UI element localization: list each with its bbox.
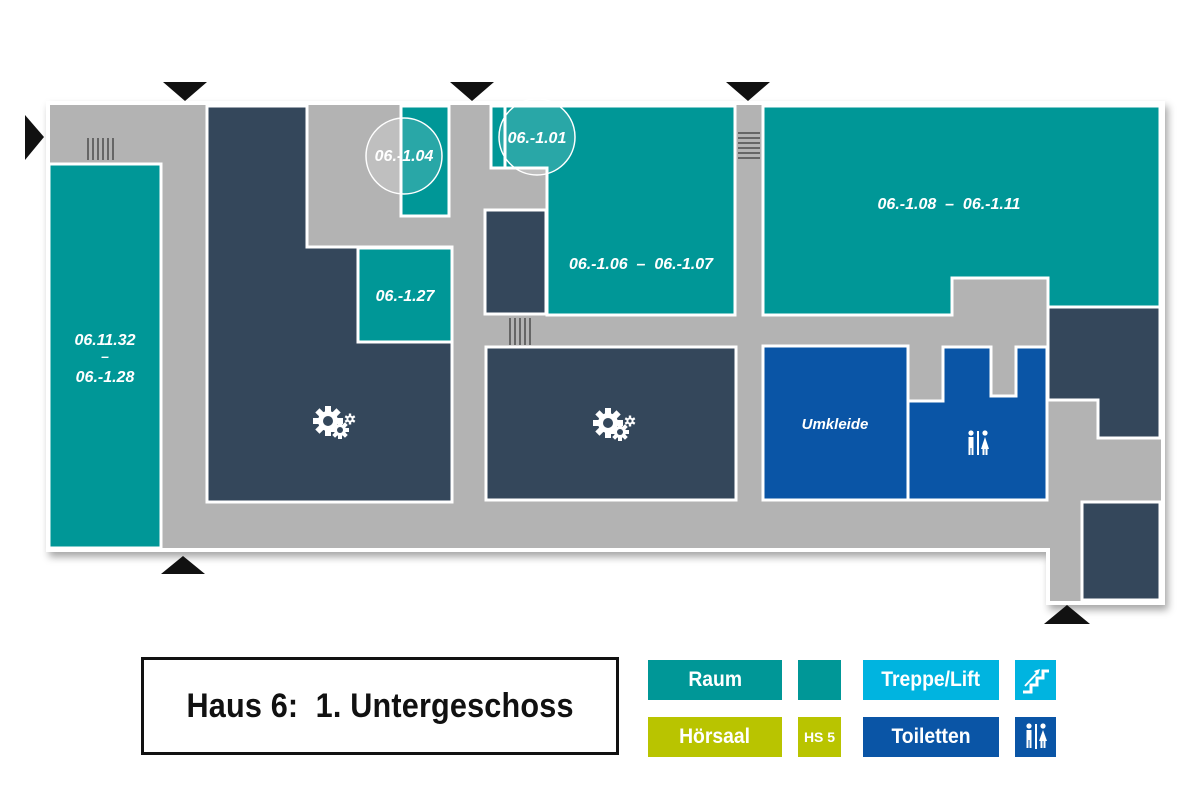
- legend-stairs-swatch: [1015, 660, 1056, 700]
- room-label-06-1-04: 06.-1.04: [375, 148, 434, 165]
- legend-hall: Hörsaal: [648, 717, 782, 757]
- legend-title: Haus 6: 1. Untergeschoss: [186, 686, 574, 725]
- stairs-icon: [1022, 669, 1049, 694]
- toilet-icon: [1025, 723, 1047, 749]
- room-label-06-1-01: 06.-1.01: [508, 130, 567, 147]
- tech-room-right-lower[interactable]: [1080, 500, 1162, 602]
- room-label-06-1-27: 06.-1.27: [376, 288, 436, 305]
- legend-toilets-label: Toiletten: [891, 725, 971, 748]
- room-label-dash: –: [101, 348, 109, 364]
- legend-stairs-label: Treppe/Lift: [881, 668, 981, 691]
- legend-room-swatch: [798, 660, 841, 700]
- legend-toilets: Toiletten: [863, 717, 999, 757]
- room-label-06-11-32: 06.11.32: [74, 332, 135, 349]
- room-label-06-1-28: 06.-1.28: [76, 369, 135, 386]
- legend-hall-swatch-label: HS 5: [803, 729, 836, 745]
- legend-hall-label: Hörsaal: [679, 725, 751, 748]
- room-label-umkleide: Umkleide: [802, 416, 869, 433]
- legend-room: Raum: [648, 660, 782, 700]
- legend-room-label: Raum: [688, 668, 742, 691]
- legend-hall-swatch: HS 5: [798, 717, 841, 757]
- legend-toilets-swatch: [1015, 717, 1056, 757]
- room-label-06-1-06-07: 06.-1.06 – 06.-1.07: [569, 256, 714, 273]
- room-label-06-1-08-11: 06.-1.08 – 06.-1.11: [878, 196, 1021, 213]
- legend-title-box: Haus 6: 1. Untergeschoss: [141, 657, 619, 755]
- legend-stairs: Treppe/Lift: [863, 660, 999, 700]
- tech-room-small[interactable]: [483, 208, 548, 316]
